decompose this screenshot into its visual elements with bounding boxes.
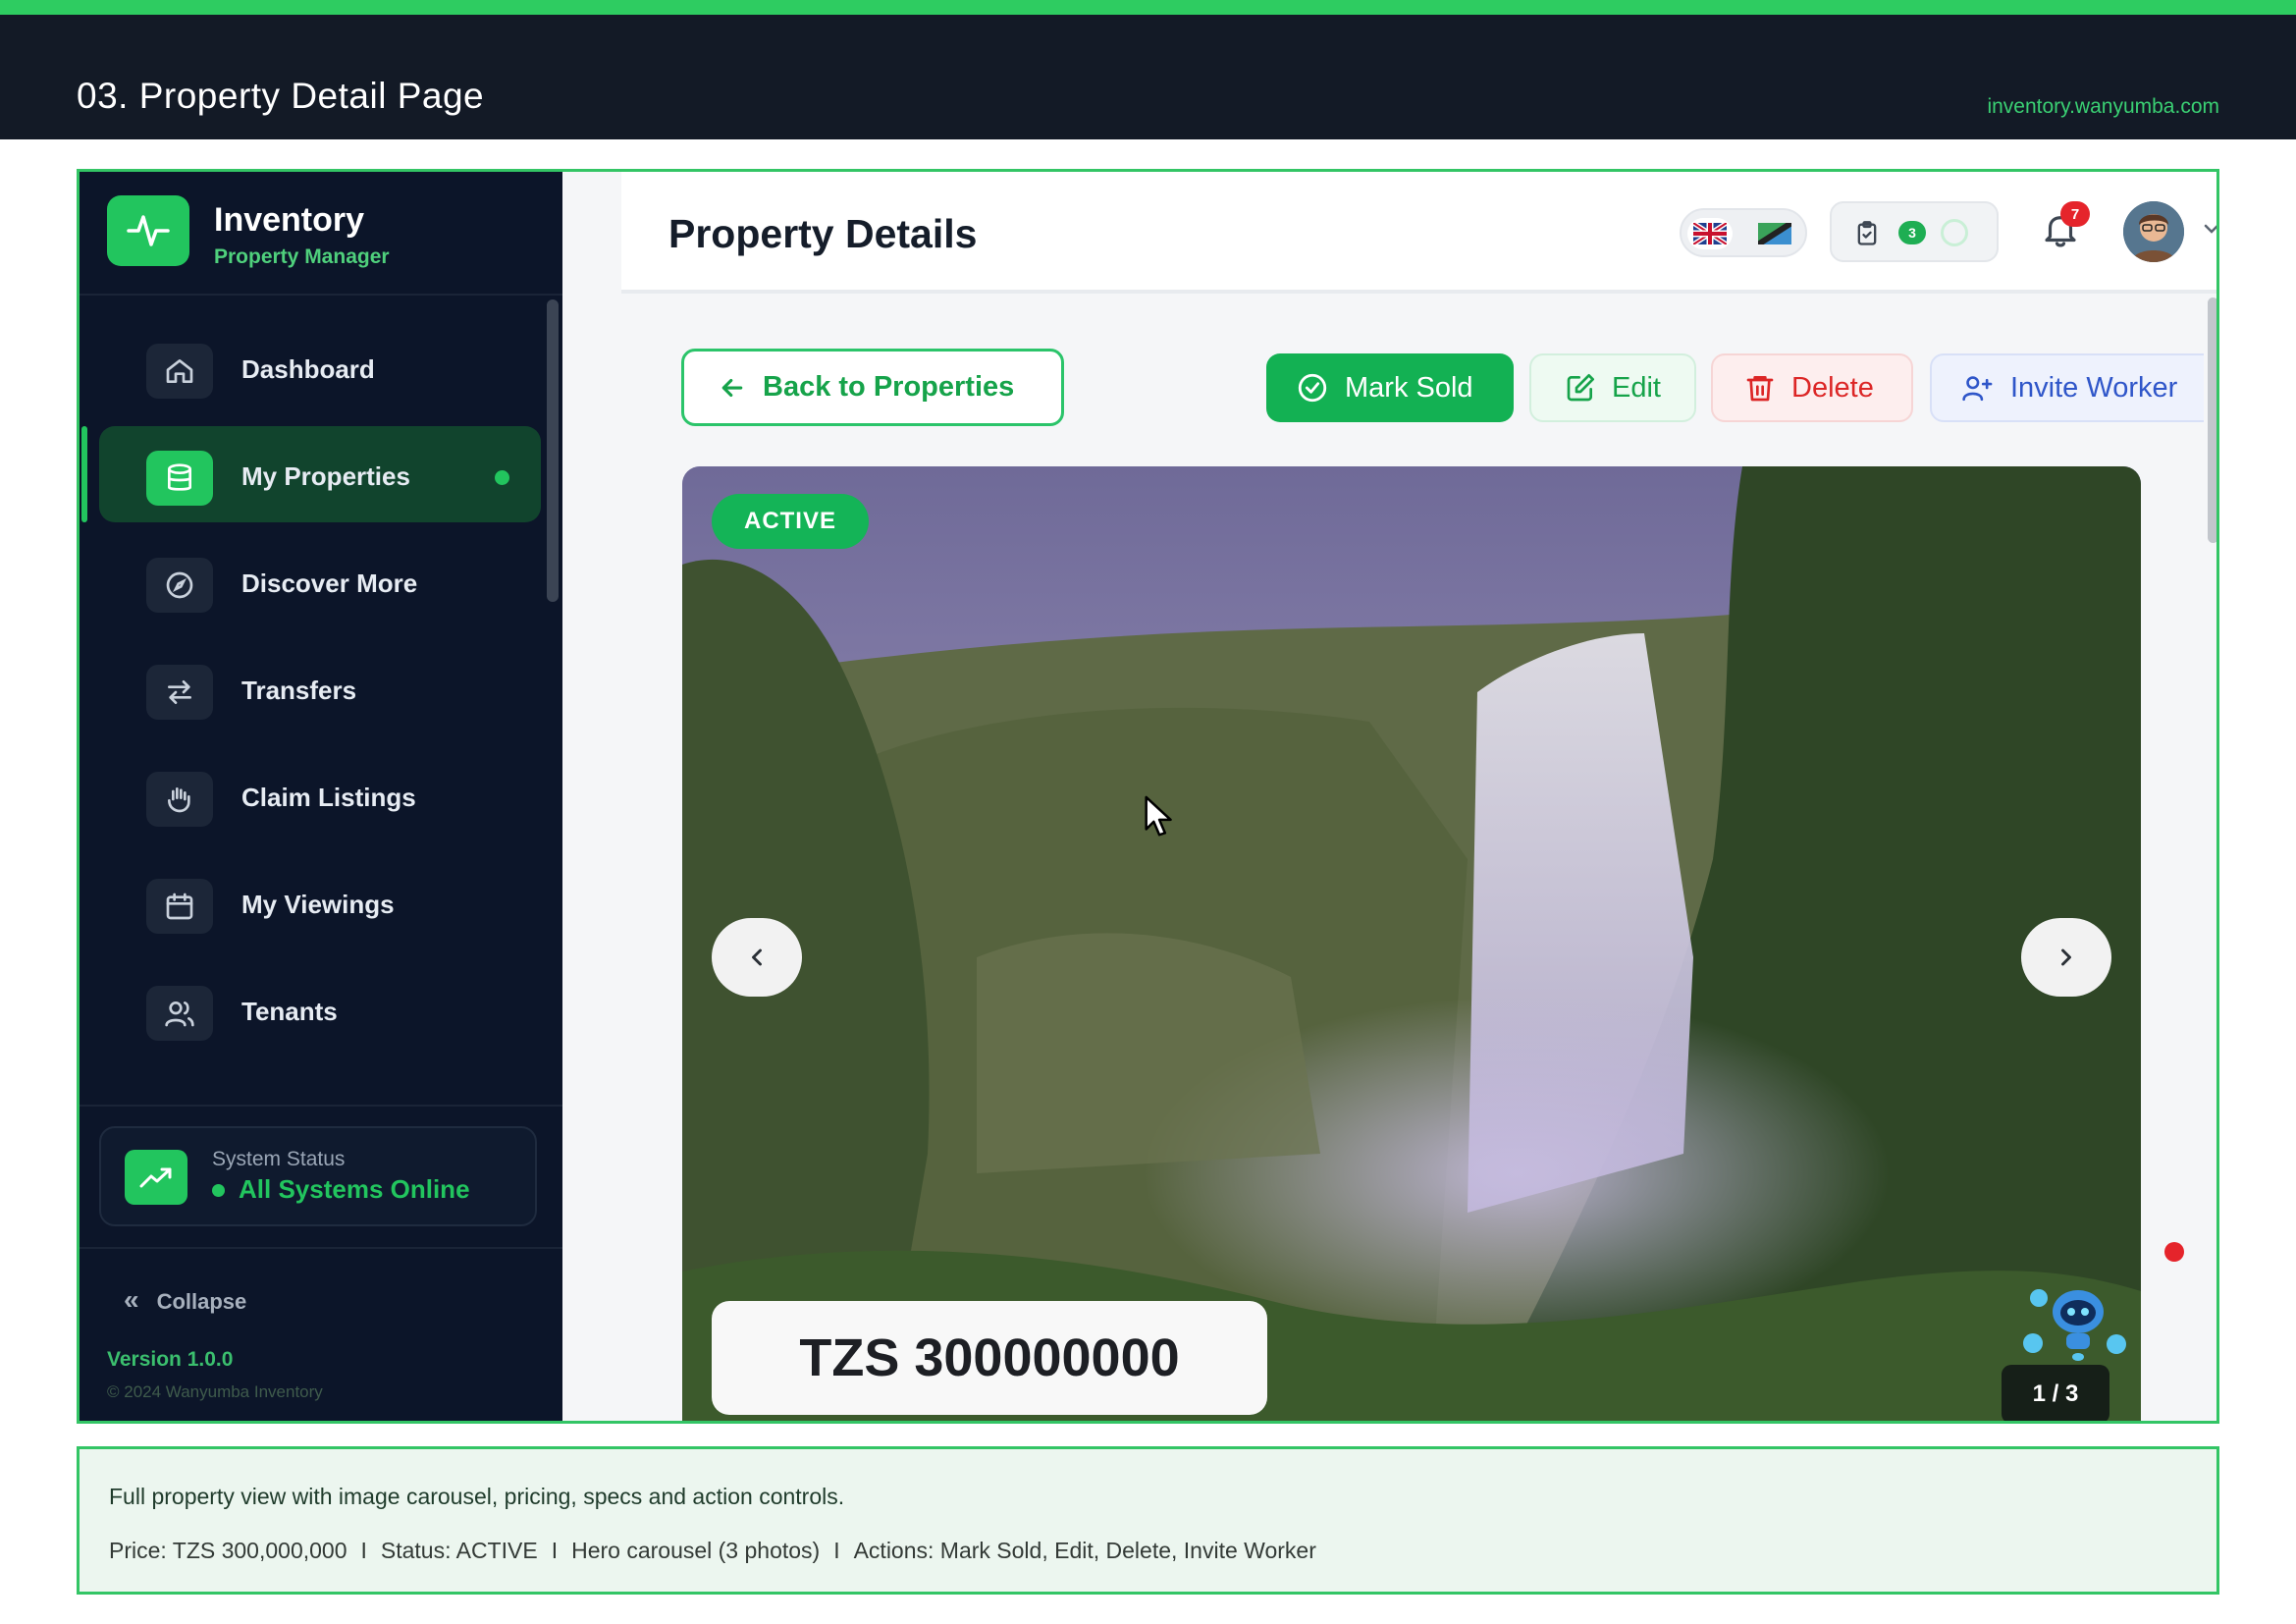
caption-separator: I	[360, 1538, 367, 1563]
delete-button[interactable]: Delete	[1711, 353, 1913, 422]
header-title: Property Details	[668, 211, 978, 256]
sidebar-item-my-viewings[interactable]: My Viewings	[99, 854, 541, 950]
caption-price: Price: TZS 300,000,000	[109, 1538, 347, 1563]
active-indicator	[81, 426, 87, 522]
trash-icon	[1744, 372, 1776, 404]
hand-icon	[146, 772, 213, 827]
main-content: Property Details 3 7 Back to Properties …	[562, 172, 2216, 1421]
mouse-cursor-icon	[1144, 795, 1179, 845]
caption-details: Price: TZS 300,000,000 I Status: ACTIVE I He…	[109, 1538, 1316, 1564]
status-badge: ACTIVE	[712, 494, 869, 549]
sidebar-item-label: Dashboard	[241, 354, 375, 384]
caption-box: Full property view with image carousel, …	[77, 1446, 2219, 1595]
hero-carousel[interactable]: ACTIVE TZS 300000000 1 / 3	[682, 466, 2141, 1421]
page-title: 03. Property Detail Page	[77, 76, 485, 116]
users-icon	[146, 986, 213, 1041]
database-icon	[146, 451, 213, 506]
sidebar-item-claim-listings[interactable]: Claim Listings	[99, 747, 541, 843]
chevron-down-icon[interactable]	[2200, 217, 2216, 245]
check-circle-icon	[1296, 371, 1329, 405]
delete-label: Delete	[1791, 371, 1874, 404]
back-to-properties-button[interactable]: Back to Properties	[681, 349, 1064, 426]
avatar[interactable]	[2123, 201, 2184, 262]
edit-icon	[1565, 372, 1596, 404]
edit-label: Edit	[1612, 371, 1661, 404]
sidebar: Inventory Property Manager Dashboard My …	[80, 172, 562, 1421]
tasks-widget[interactable]: 3	[1830, 201, 1999, 262]
edit-button[interactable]: Edit	[1529, 353, 1696, 422]
sidebar-item-my-properties[interactable]: My Properties	[81, 426, 541, 522]
clipboard-icon	[1853, 219, 1881, 253]
app-screenshot-frame: Inventory Property Manager Dashboard My …	[77, 169, 2219, 1424]
mark-sold-button[interactable]: Mark Sold	[1266, 353, 1514, 422]
sidebar-item-label: Transfers	[241, 676, 357, 705]
sidebar-item-transfers[interactable]: Transfers	[99, 640, 541, 736]
chevrons-left-icon: «	[124, 1284, 139, 1315]
chevron-left-icon	[752, 948, 762, 966]
caption-status: Status: ACTIVE	[380, 1538, 538, 1563]
sidebar-item-label: Claim Listings	[241, 783, 416, 812]
collapse-button[interactable]: « Collapse	[124, 1284, 246, 1316]
sidebar-item-label: Tenants	[241, 997, 338, 1026]
compass-icon	[146, 558, 213, 613]
site-url[interactable]: inventory.wanyumba.com	[1987, 95, 2219, 119]
notification-dot	[2164, 1242, 2184, 1262]
system-status-card: System Status All Systems Online	[99, 1126, 537, 1226]
sidebar-item-label: Discover More	[241, 568, 418, 598]
main-scrollbar-thumb[interactable]	[2208, 298, 2216, 543]
task-count-badge: 3	[1898, 221, 1926, 244]
tz-flag-icon[interactable]	[1752, 218, 1797, 249]
carousel-counter: 1 / 3	[2002, 1365, 2109, 1421]
brand-subtitle: Property Manager	[214, 245, 390, 268]
user-plus-icon	[1961, 372, 1995, 404]
sidebar-item-dashboard[interactable]: Dashboard	[99, 319, 541, 415]
divider	[80, 1105, 562, 1107]
mark-sold-label: Mark Sold	[1345, 371, 1473, 404]
chat-assistant-robot-icon[interactable]	[2019, 1278, 2127, 1368]
arrow-left-icon	[718, 373, 747, 403]
header: Property Details 3 7	[621, 172, 2216, 294]
sidebar-item-tenants[interactable]: Tenants	[99, 961, 541, 1057]
price-label: TZS 300000000	[712, 1301, 1267, 1415]
caption-separator: I	[833, 1538, 840, 1563]
waterfall-photo	[682, 466, 2141, 1421]
back-button-label: Back to Properties	[763, 371, 1015, 403]
sidebar-scrollbar[interactable]	[543, 296, 561, 1107]
home-icon	[146, 344, 213, 399]
main-scrollbar[interactable]	[2204, 294, 2216, 1421]
caption-actions: Actions: Mark Sold, Edit, Delete, Invite…	[853, 1538, 1316, 1563]
invite-worker-label: Invite Worker	[2010, 371, 2178, 404]
divider	[80, 1247, 562, 1249]
sidebar-item-label: My Viewings	[241, 890, 395, 919]
notification-badge: 7	[2060, 201, 2090, 227]
brand: Inventory Property Manager	[80, 172, 562, 296]
brand-name: Inventory	[214, 201, 365, 239]
calendar-icon	[146, 879, 213, 934]
carousel-prev-button[interactable]	[712, 918, 802, 997]
carousel-next-button[interactable]	[2021, 918, 2111, 997]
loading-spinner-icon	[1941, 219, 1968, 246]
sidebar-item-discover-more[interactable]: Discover More	[99, 533, 541, 629]
copyright: © 2024 Wanyumba Inventory	[107, 1382, 323, 1401]
caption-separator: I	[551, 1538, 559, 1563]
status-value: All Systems Online	[239, 1174, 470, 1204]
uk-flag-icon[interactable]	[1687, 218, 1733, 249]
status-title: System Status	[212, 1148, 346, 1170]
arrows-exchange-icon	[146, 665, 213, 720]
caption-description: Full property view with image carousel, …	[109, 1484, 845, 1509]
sidebar-item-label: My Properties	[241, 461, 410, 491]
top-banner: 03. Property Detail Page inventory.wanyu…	[0, 0, 2296, 139]
invite-worker-button[interactable]: Invite Worker	[1930, 353, 2216, 422]
trending-up-icon	[125, 1150, 187, 1205]
sidebar-scrollbar-thumb[interactable]	[547, 299, 559, 602]
collapse-label: Collapse	[156, 1289, 247, 1314]
app-version: Version 1.0.0	[107, 1348, 234, 1371]
active-dot	[495, 470, 509, 485]
activity-logo-icon	[107, 195, 189, 266]
chevron-right-icon	[2061, 948, 2071, 966]
language-switcher[interactable]	[1680, 208, 1807, 257]
caption-carousel: Hero carousel (3 photos)	[571, 1538, 821, 1563]
status-online-dot	[212, 1184, 225, 1197]
